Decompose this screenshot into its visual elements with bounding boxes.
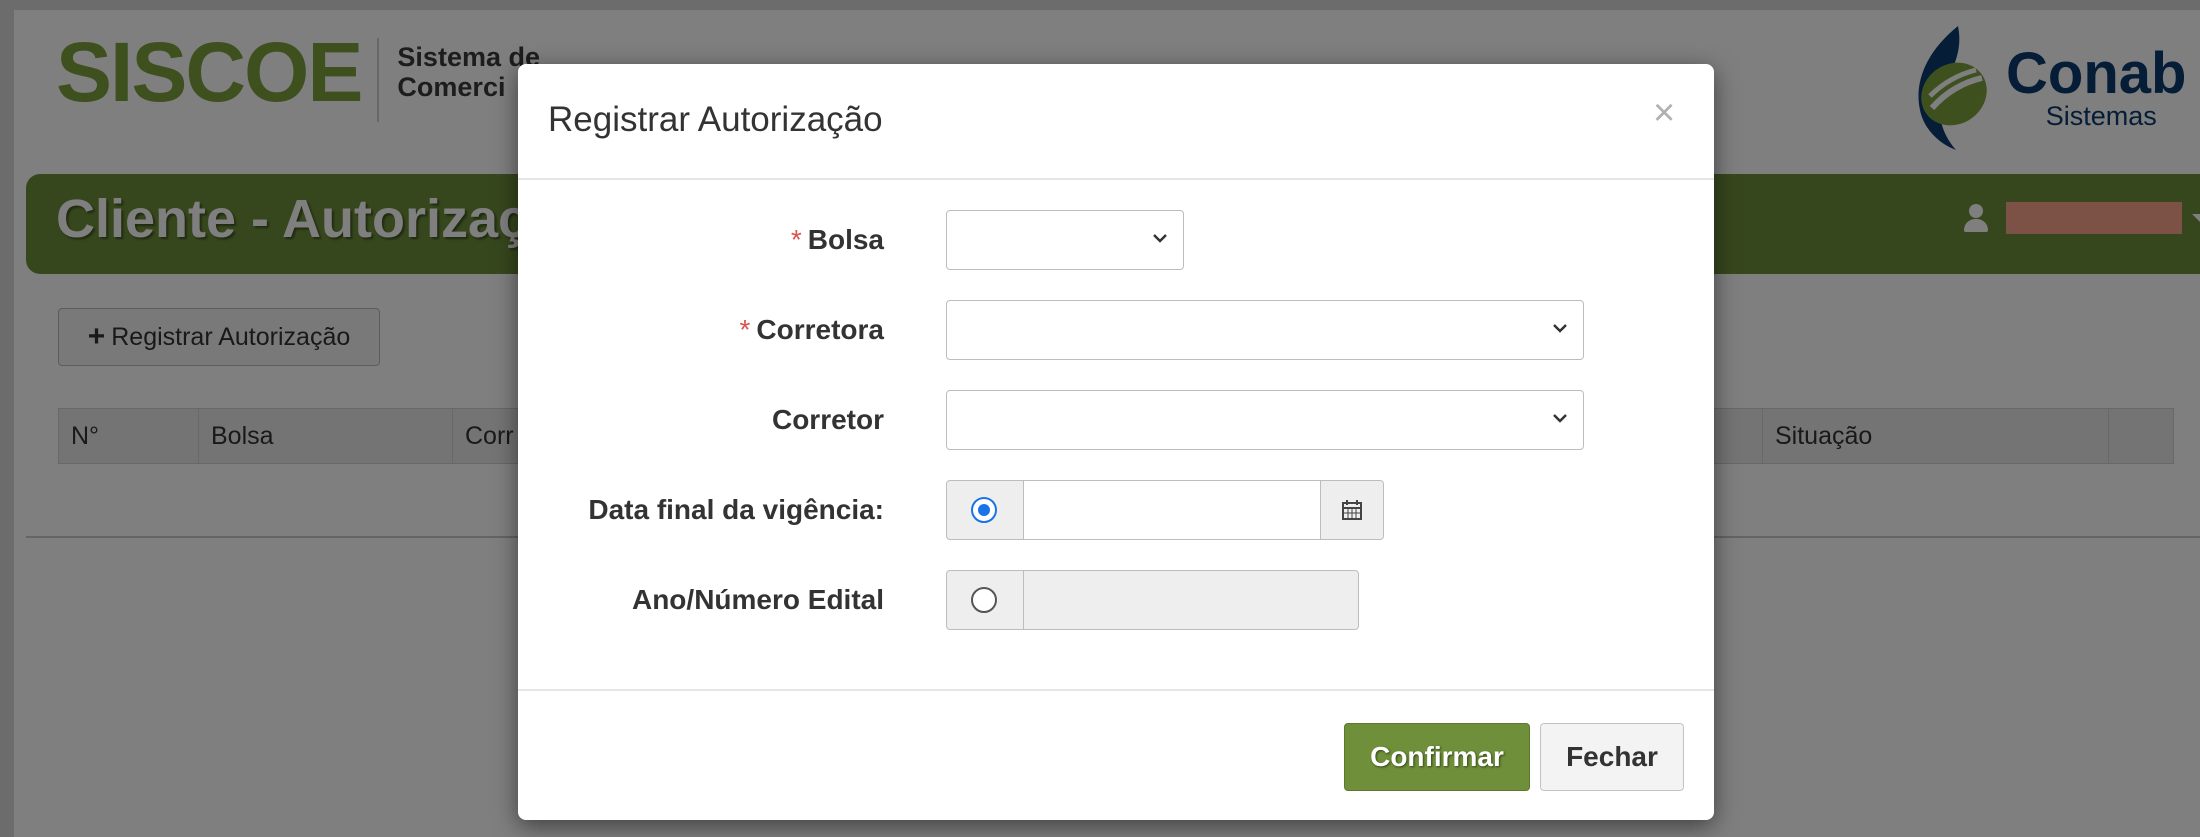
bolsa-select[interactable] (946, 210, 1184, 270)
chevron-down-icon (1153, 234, 1167, 243)
chevron-down-icon (1553, 414, 1567, 423)
corretor-select[interactable] (946, 390, 1584, 450)
corretor-row: Corretor (518, 390, 1714, 450)
corretora-select[interactable] (946, 300, 1584, 360)
ano-numero-radio[interactable] (971, 587, 997, 613)
register-authorization-modal: Registrar Autorização × * Bolsa * Corretor… (518, 64, 1714, 820)
confirm-button[interactable]: Confirmar (1344, 723, 1530, 791)
data-final-input[interactable] (1023, 480, 1321, 540)
ano-numero-label: Ano/Número Edital (631, 584, 884, 615)
modal-footer: Confirmar Fechar (518, 689, 1714, 822)
close-button[interactable]: Fechar (1540, 723, 1684, 791)
data-final-radio-addon (946, 480, 1024, 540)
calendar-button[interactable] (1320, 480, 1384, 540)
required-marker: * (790, 224, 802, 255)
ano-numero-row: Ano/Número Edital (518, 570, 1714, 630)
page-frame: SISCOE Sistema de Comerci Conab Sistemas… (0, 0, 2200, 837)
ano-numero-radio-addon (946, 570, 1024, 630)
required-marker: * (739, 314, 751, 345)
bolsa-row: * Bolsa (518, 210, 1714, 270)
chevron-down-icon (1553, 324, 1567, 333)
data-final-label: Data final da vigência: (588, 494, 884, 525)
modal-header: Registrar Autorização × (518, 64, 1714, 180)
calendar-icon (1342, 500, 1362, 520)
corretora-row: * Corretora (518, 300, 1714, 360)
corretora-label: * Corretora (739, 314, 885, 345)
modal-title: Registrar Autorização (548, 100, 883, 139)
corretor-label: Corretor (771, 404, 884, 435)
close-icon[interactable]: × (1653, 92, 1675, 135)
ano-numero-input (1023, 570, 1359, 630)
data-final-radio[interactable] (971, 497, 997, 523)
bolsa-label: * Bolsa (790, 224, 884, 255)
data-final-row: Data final da vigência: (518, 480, 1714, 540)
